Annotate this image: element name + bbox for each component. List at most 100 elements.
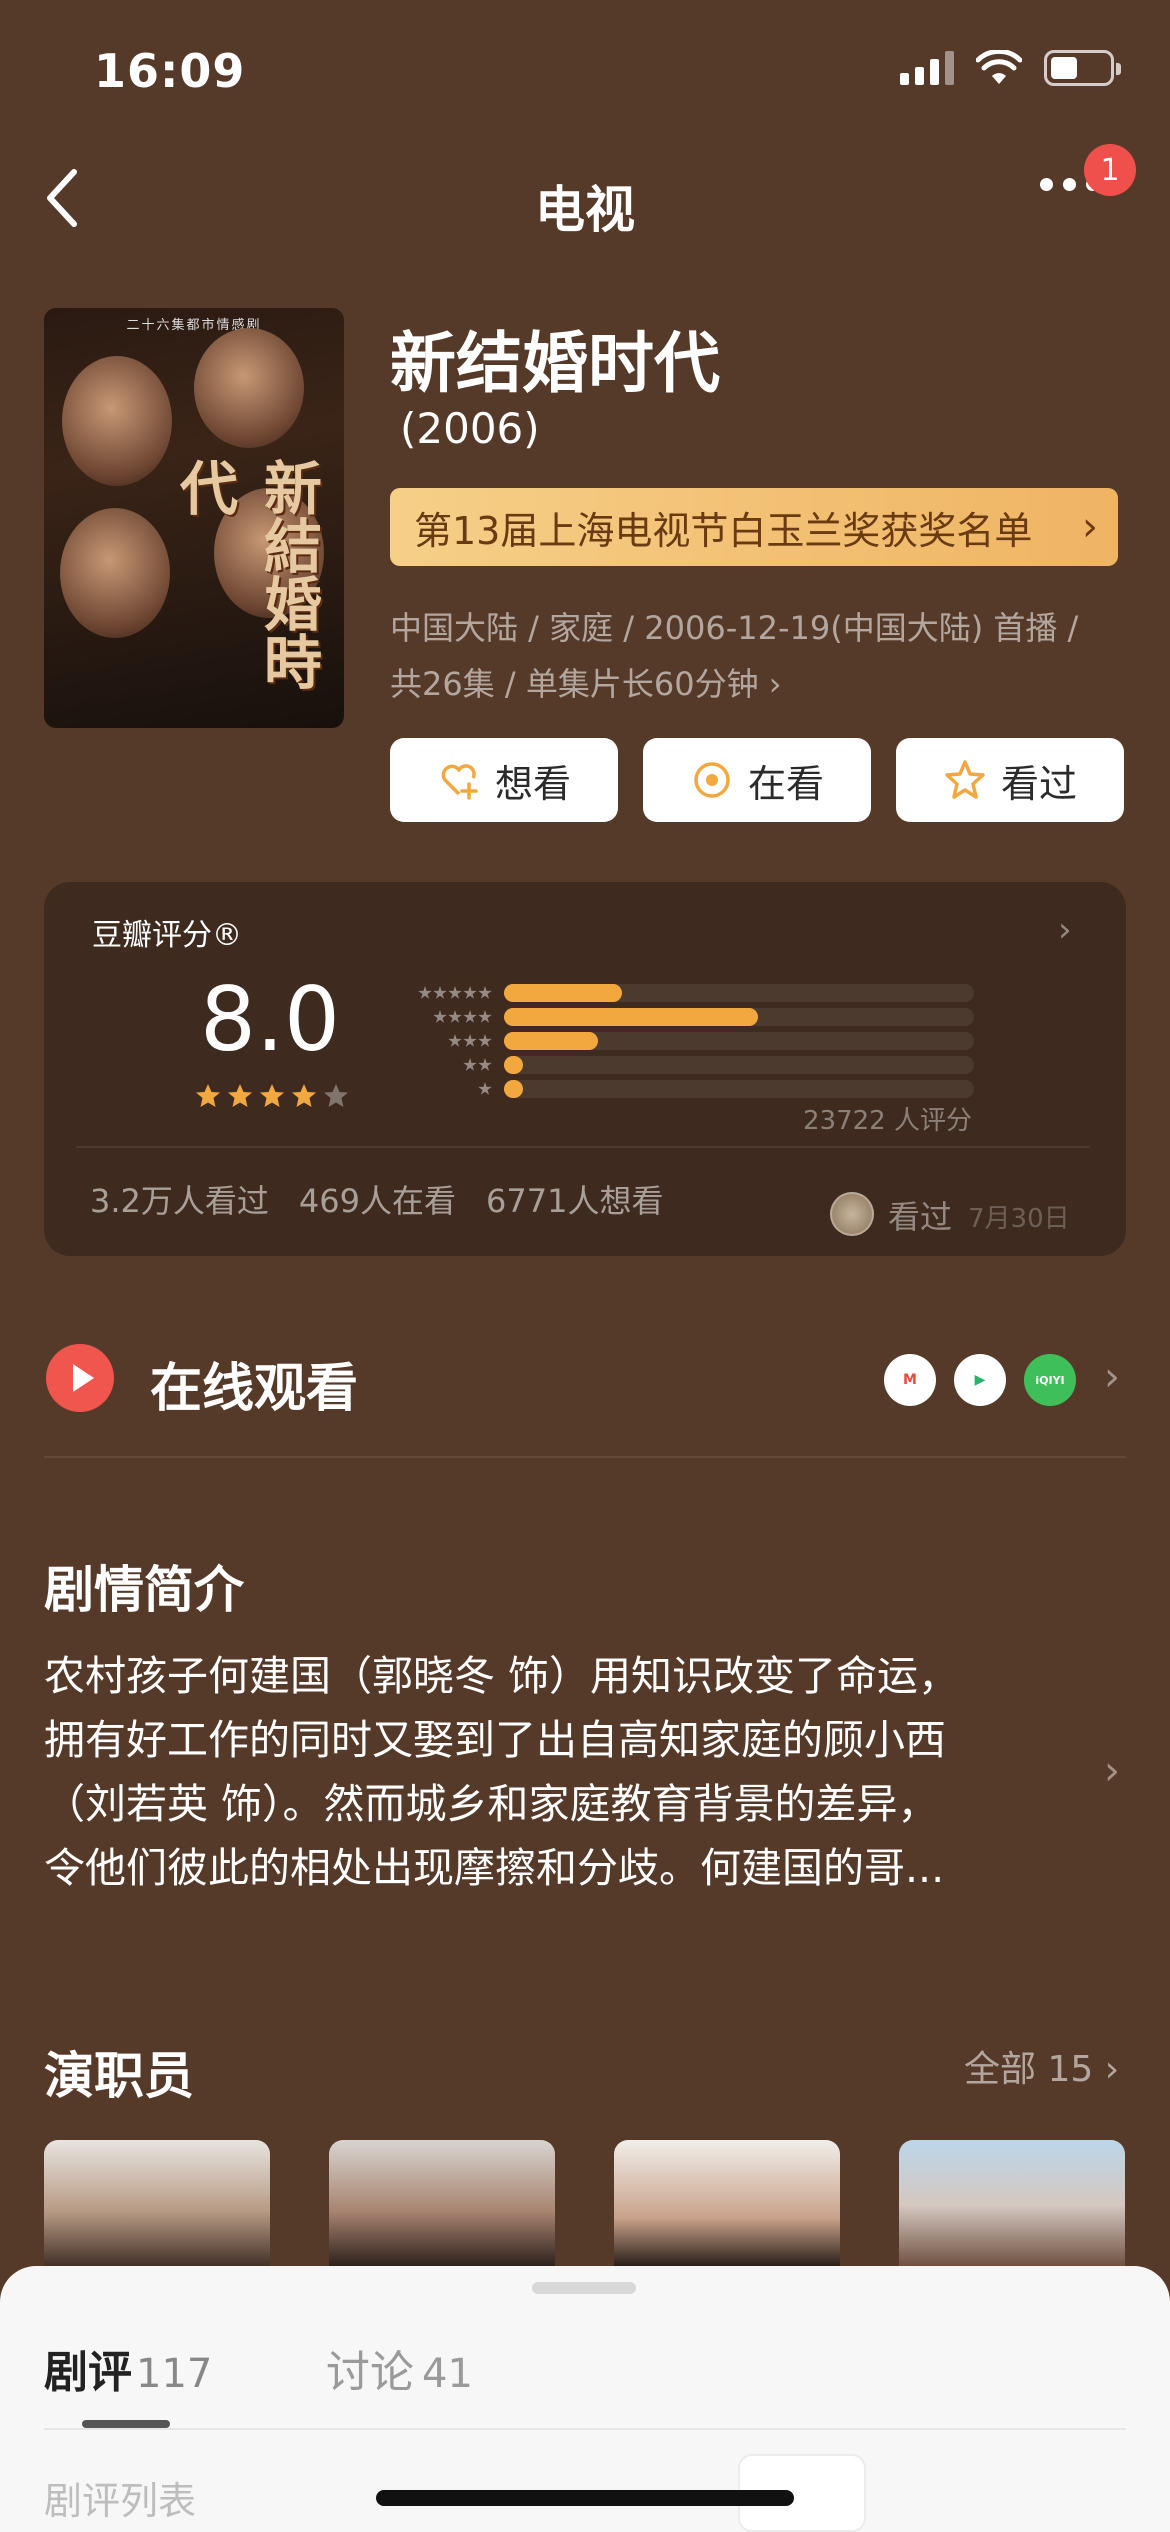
small-star-icon bbox=[478, 1058, 492, 1071]
tab-reviews[interactable]: 剧评 117 bbox=[44, 2336, 212, 2400]
watching-label: 在看 bbox=[747, 761, 824, 806]
poster-tagline: 二十六集都市情感剧 bbox=[126, 318, 262, 333]
rating-row-4-star bbox=[382, 1006, 974, 1028]
rating-row-1-star bbox=[382, 1078, 974, 1100]
rating-bar-track bbox=[504, 1032, 974, 1050]
chevron-right-icon: › bbox=[1058, 910, 1072, 950]
small-star-icon bbox=[463, 1058, 477, 1071]
rating-bar-track bbox=[504, 1080, 974, 1098]
meta-line: 共26集 / 单集片长60分钟 › bbox=[390, 665, 782, 703]
friend-status: 看过 bbox=[888, 1198, 953, 1236]
small-star-icon bbox=[478, 1082, 492, 1095]
sheet-handle[interactable] bbox=[532, 2282, 636, 2294]
watched-label: 看过 bbox=[1000, 761, 1077, 806]
cast-all-link[interactable]: 全部 15 › bbox=[964, 2040, 1119, 2092]
award-label: 第13届上海电视节白玉兰奖获奖名单 bbox=[414, 508, 1033, 553]
small-star-icon bbox=[448, 1034, 462, 1047]
synopsis-body[interactable]: 农村孩子何建国（郭晓冬 饰）用知识改变了命运， 拥有好工作的同时又娶到了出自高知… bbox=[44, 1644, 1084, 1900]
divider bbox=[44, 2428, 1126, 2430]
star-filled-icon bbox=[260, 1084, 284, 1107]
signal-icon bbox=[900, 51, 954, 85]
cast-photo[interactable] bbox=[899, 2140, 1125, 2270]
tab-underline bbox=[82, 2420, 170, 2428]
synopsis-line: 令他们彼此的相处出现摩擦和分歧。何建国的哥... bbox=[44, 1844, 945, 1892]
rating-score: 8.0 bbox=[200, 968, 340, 1071]
chevron-right-icon[interactable]: › bbox=[1104, 1354, 1120, 1400]
watched-count: 3.2万人看过 bbox=[90, 1182, 269, 1220]
rating-label: 豆瓣评分® bbox=[92, 918, 242, 953]
rating-bar-fill bbox=[504, 1056, 523, 1074]
iqiyi-icon[interactable]: iQIYI bbox=[1024, 1354, 1076, 1406]
cast-photo[interactable] bbox=[329, 2140, 555, 2270]
divider bbox=[44, 1456, 1126, 1458]
synopsis-title: 剧情简介 bbox=[44, 1561, 244, 1619]
want-count: 6771人想看 bbox=[486, 1182, 664, 1220]
divider bbox=[76, 1146, 1090, 1148]
wifi-icon bbox=[976, 50, 1022, 84]
small-star-icon bbox=[478, 1034, 492, 1047]
watch-stats[interactable]: 3.2万人看过 469人在看 6771人想看 bbox=[90, 1176, 663, 1222]
rating-bar-fill bbox=[504, 984, 622, 1002]
rating-bar-track bbox=[504, 1056, 974, 1074]
star-icon bbox=[945, 760, 985, 799]
chevron-right-icon[interactable]: › bbox=[1104, 1748, 1120, 1794]
watched-button[interactable]: 看过 bbox=[896, 738, 1124, 822]
mango-tv-icon[interactable]: M bbox=[884, 1354, 936, 1406]
chevron-right-icon: › bbox=[758, 665, 782, 703]
small-star-icon bbox=[433, 1010, 447, 1023]
poster-image[interactable]: 二十六集都市情感剧 新結婚時代 bbox=[44, 308, 344, 728]
synopsis-line: 拥有好工作的同时又娶到了出自高知家庭的顾小西 bbox=[44, 1716, 946, 1764]
rating-row-2-star bbox=[382, 1054, 974, 1076]
rating-bar-fill bbox=[504, 1080, 523, 1098]
review-list-label: 剧评列表 bbox=[44, 2479, 197, 2523]
want-label: 想看 bbox=[494, 761, 571, 806]
poster-title: 新結婚時代 bbox=[170, 458, 322, 690]
small-star-icon bbox=[463, 1010, 477, 1023]
rating-row-5-star bbox=[382, 982, 974, 1004]
show-meta[interactable]: 中国大陆 / 家庭 / 2006-12-19(中国大陆) 首播 / 共26集 /… bbox=[390, 600, 1130, 712]
cast-photo[interactable] bbox=[44, 2140, 270, 2270]
notification-badge: 1 bbox=[1084, 144, 1136, 196]
cast-title: 演职员 bbox=[44, 2047, 194, 2105]
watching-count: 469人在看 bbox=[298, 1182, 456, 1220]
status-icons bbox=[900, 50, 1121, 86]
small-star-icon bbox=[463, 1034, 477, 1047]
play-icon[interactable] bbox=[46, 1344, 114, 1412]
small-star-icon bbox=[478, 986, 492, 999]
avatar[interactable] bbox=[830, 1192, 874, 1236]
star-filled-icon bbox=[228, 1084, 252, 1107]
rating-bar-track bbox=[504, 1008, 974, 1026]
small-star-icon bbox=[478, 1010, 492, 1023]
show-title: 新结婚时代 bbox=[390, 325, 720, 402]
small-star-icon bbox=[418, 986, 432, 999]
heart-plus-icon bbox=[441, 764, 478, 800]
award-banner[interactable]: 第13届上海电视节白玉兰奖获奖名单 › bbox=[390, 488, 1118, 566]
nav-title: 电视 bbox=[535, 181, 635, 239]
star-filled-icon bbox=[196, 1084, 220, 1107]
chevron-right-icon: › bbox=[1082, 504, 1098, 550]
tencent-video-icon[interactable]: ▶ bbox=[954, 1354, 1006, 1406]
cast-photo[interactable] bbox=[614, 2140, 840, 2270]
star-empty-icon bbox=[324, 1084, 348, 1107]
rating-bar-fill bbox=[504, 1008, 758, 1026]
small-star-icon bbox=[463, 986, 477, 999]
rating-count: 23722 人评分 bbox=[803, 1106, 972, 1136]
status-time: 16:09 bbox=[94, 44, 246, 98]
star-filled-icon bbox=[292, 1084, 316, 1107]
tab-discussion[interactable]: 讨论 41 bbox=[326, 2336, 473, 2400]
synopsis-line: （刘若英 饰）。然而城乡和家庭教育背景的差异， bbox=[44, 1780, 939, 1828]
rating-row-3-star bbox=[382, 1030, 974, 1052]
online-watch-title[interactable]: 在线观看 bbox=[150, 1346, 358, 1421]
watching-button[interactable]: 在看 bbox=[643, 738, 871, 822]
score-stars bbox=[194, 1082, 350, 1110]
small-star-icon bbox=[448, 1010, 462, 1023]
show-year: (2006) bbox=[400, 404, 540, 453]
target-icon bbox=[694, 762, 730, 798]
rating-bar-fill bbox=[504, 1032, 598, 1050]
home-indicator bbox=[376, 2490, 794, 2506]
small-star-icon bbox=[448, 986, 462, 999]
want-button[interactable]: 想看 bbox=[390, 738, 618, 822]
synopsis-line: 农村孩子何建国（郭晓冬 饰）用知识改变了命运， bbox=[44, 1652, 960, 1700]
battery-icon bbox=[1044, 50, 1121, 86]
meta-line: 中国大陆 / 家庭 / 2006-12-19(中国大陆) 首播 / bbox=[390, 609, 1079, 647]
